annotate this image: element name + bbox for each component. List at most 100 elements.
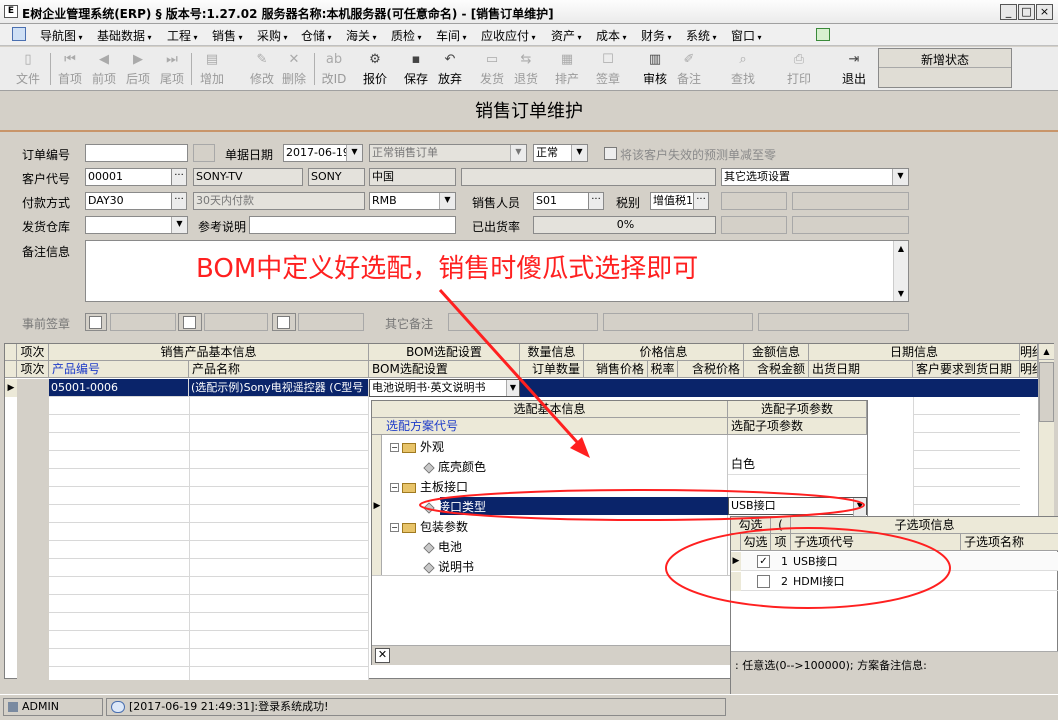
order-no-field[interactable] [85,144,188,162]
option-col-check[interactable]: 勾选 [741,534,771,551]
col-detail[interactable]: 明细 [1020,361,1038,378]
file-button[interactable]: ▯ 文件 [10,50,46,88]
minimize-button[interactable]: _ [1000,4,1017,20]
menu-finance[interactable]: 财务 [641,27,672,44]
print-button[interactable]: ⎙ 打印 [781,50,817,88]
tree-node-case-color[interactable]: 底壳颜色 [423,458,486,475]
seal-button[interactable]: ☐ 签章 [590,50,626,88]
tree-node-interface-type[interactable]: 接口类型 [423,498,486,515]
tree-node-board-interface[interactable]: − 主板接口 [390,478,468,495]
config-close-button[interactable]: ✕ [375,648,390,663]
option-col-name[interactable]: 子选项名称 [961,534,1058,551]
cell-product-code[interactable]: 05001-0006 [49,379,189,397]
menu-sales[interactable]: 销售 [212,27,243,44]
customer-code-field[interactable]: 00001 [85,168,172,186]
tree-node-manual[interactable]: 说明书 [423,558,474,575]
menu-engineering[interactable]: 工程 [167,27,198,44]
col-item[interactable]: 项次 [17,361,49,378]
close-button[interactable]: × [1036,4,1053,20]
menu-customs[interactable]: 海关 [346,27,377,44]
save-button[interactable]: ▪ 保存 [398,50,434,88]
cell-product-name[interactable]: (选配示例)Sony电视遥控器 (C型号 [189,379,369,397]
schedule-button[interactable]: ▦ 排产 [549,50,585,88]
window-tile-icon[interactable] [816,28,830,41]
add-button[interactable]: ▤ 增加 [194,50,230,88]
collapse-icon[interactable]: − [390,483,399,492]
menu-cost[interactable]: 成本 [596,27,627,44]
delete-button[interactable]: ✕ 删除 [276,50,312,88]
col-tax-rate[interactable]: 税率 [648,361,678,378]
next-button[interactable]: ▶ 后项 [120,50,156,88]
tree-node-packaging[interactable]: − 包装参数 [390,518,468,535]
approve-button[interactable]: ▥ 审核 [637,50,673,88]
status-select[interactable]: 正常 ▼ [533,144,588,162]
cleanup-checkbox[interactable] [604,147,617,160]
collapse-icon[interactable]: − [390,523,399,532]
col-price[interactable]: 销售价格 [584,361,648,378]
note-button[interactable]: ✐ 备注 [671,50,707,88]
other-options-select[interactable]: 其它选项设置 ▼ [721,168,909,186]
config-col-left[interactable]: 选配方案代号 [372,418,728,435]
return-button[interactable]: ⇆ 退货 [508,50,544,88]
sign-checkbox-2[interactable] [183,316,196,329]
col-product-name[interactable]: 产品名称 [189,361,369,378]
menu-quality[interactable]: 质检 [391,27,422,44]
edit-button[interactable]: ✎ 修改 [244,50,280,88]
option-col-code[interactable]: 子选项代号 [791,534,961,551]
menu-navigation[interactable]: 导航图 [40,27,83,44]
col-qty[interactable]: 订单数量 [520,361,584,378]
change-id-button[interactable]: ab 改ID [316,50,352,88]
scroll-thumb[interactable] [1039,362,1054,422]
menu-window[interactable]: 窗口 [731,27,762,44]
sign-checkbox-1[interactable] [89,316,102,329]
scroll-down-icon[interactable]: ▼ [894,286,908,301]
option-code[interactable]: HDMI接口 [793,573,961,590]
sign-box-2[interactable] [178,313,202,331]
sign-checkbox-3[interactable] [277,316,290,329]
case-color-value[interactable]: 白色 [728,455,867,475]
salesperson-field[interactable]: S01 [533,192,589,210]
first-button[interactable]: ⏮ 首项 [52,50,88,88]
find-button[interactable]: ⌕ 查找 [725,50,761,88]
maximize-button[interactable]: □ [1018,4,1035,20]
menu-system[interactable]: 系统 [686,27,717,44]
option-checkbox-hdmi[interactable] [757,575,770,588]
option-checkbox-usb[interactable]: ✓ [757,555,770,568]
quote-button[interactable]: ⚙ 报价 [357,50,393,88]
col-bom[interactable]: BOM选配设置 [369,361,520,378]
order-date-picker[interactable]: 2017-06-19 ▼ [283,144,363,162]
remarks-scrollbar[interactable]: ▲ ▼ [893,241,908,301]
menu-warehouse[interactable]: 仓储 [301,27,332,44]
tree-node-appearance[interactable]: − 外观 [390,438,444,455]
tax-field[interactable]: 增值税1 [650,192,694,210]
salesperson-lookup-button[interactable]: ··· [588,192,604,210]
payment-lookup-button[interactable]: ··· [171,192,187,210]
ship-button[interactable]: ▭ 发货 [474,50,510,88]
menu-base-data[interactable]: 基础数据 [97,27,152,44]
option-name[interactable] [963,573,1058,590]
menu-purchase[interactable]: 采购 [257,27,288,44]
sign-box-1[interactable] [85,313,107,331]
last-button[interactable]: ⏭ 尾项 [154,50,190,88]
cell-item[interactable] [17,379,49,397]
cell-bom-select[interactable]: 电池说明书·英文说明书 ▼ [369,379,520,397]
tree-node-battery[interactable]: 电池 [423,538,462,555]
prev-button[interactable]: ◀ 前项 [86,50,122,88]
option-code[interactable]: USB接口 [793,553,961,570]
col-ship-date[interactable]: 出货日期 [809,361,913,378]
sign-box-3[interactable] [272,313,296,331]
col-tax-amount[interactable]: 含税金额 [744,361,809,378]
collapse-icon[interactable]: − [390,443,399,452]
col-request-date[interactable]: 客户要求到货日期 [913,361,1020,378]
payment-code-field[interactable]: DAY30 [85,192,172,210]
tax-lookup-button[interactable]: ··· [693,192,709,210]
option-col-no[interactable]: 项 [771,534,791,551]
discard-button[interactable]: ↶ 放弃 [432,50,468,88]
col-tax-price[interactable]: 含税价格 [678,361,744,378]
menu-assets[interactable]: 资产 [551,27,582,44]
customer-lookup-button[interactable]: ··· [171,168,187,186]
reference-field[interactable] [249,216,456,234]
col-product-code[interactable]: 产品编号 [49,361,189,378]
exit-button[interactable]: ⇥ 退出 [836,50,872,88]
warehouse-select[interactable]: ▼ [85,216,188,234]
